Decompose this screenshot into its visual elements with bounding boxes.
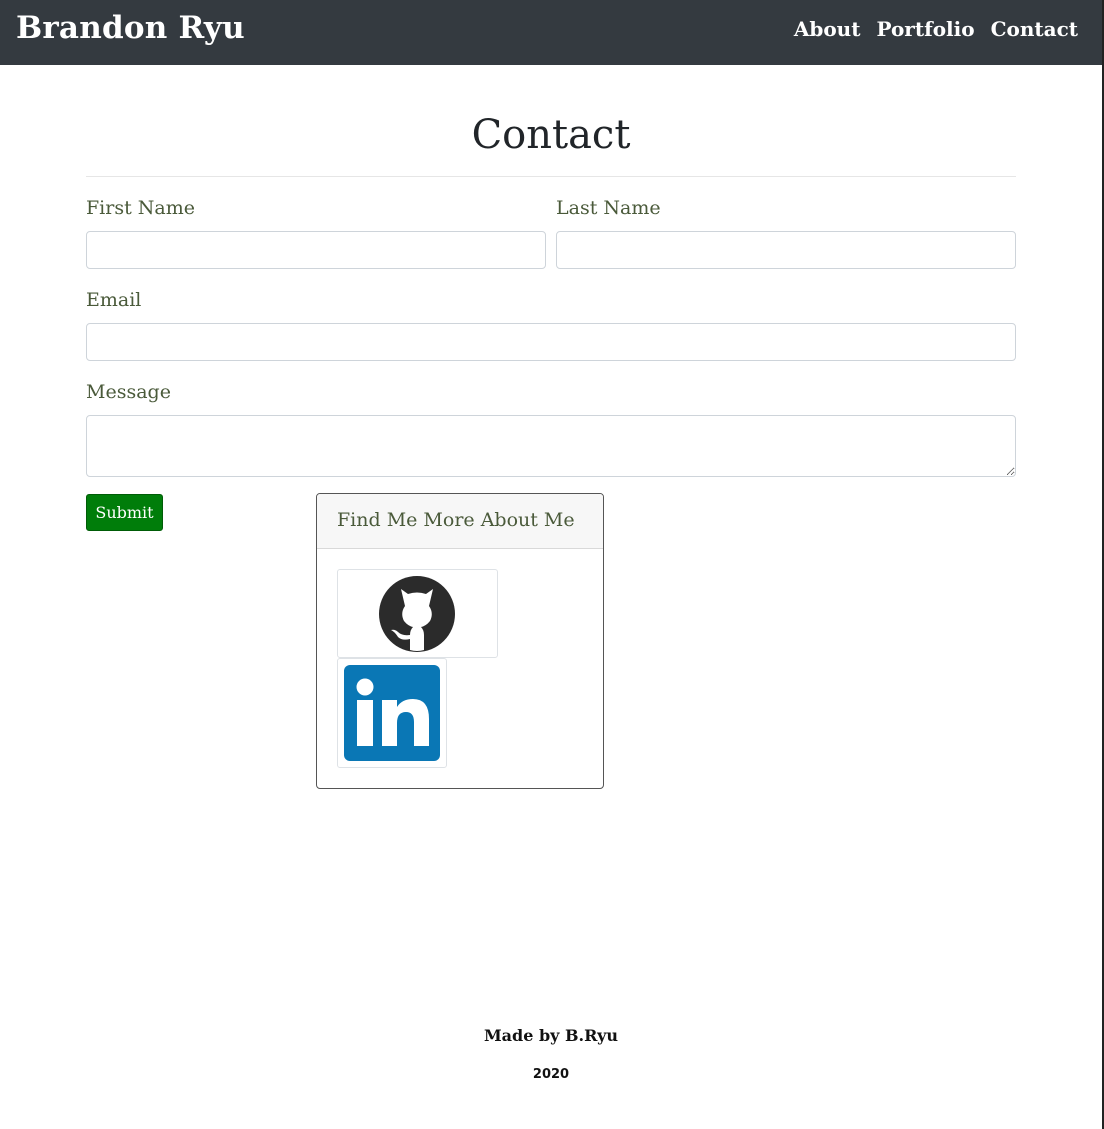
message-textarea[interactable]	[86, 415, 1016, 477]
nav-link-about[interactable]: About	[794, 17, 861, 41]
title-divider	[86, 176, 1016, 177]
submit-button[interactable]: Submit	[86, 494, 163, 531]
nav-links: About Portfolio Contact	[794, 17, 1078, 41]
social-card: Find Me More About Me	[316, 493, 604, 789]
github-link[interactable]	[337, 569, 498, 658]
github-icon	[379, 576, 455, 652]
last-name-label: Last Name	[556, 197, 661, 219]
nav-link-contact[interactable]: Contact	[991, 17, 1078, 41]
navbar: Brandon Ryu About Portfolio Contact	[0, 0, 1102, 65]
footer-year: 2020	[532, 1067, 570, 1082]
first-name-label: First Name	[86, 197, 195, 219]
linkedin-icon	[344, 665, 440, 761]
last-name-input[interactable]	[556, 231, 1016, 269]
first-name-input[interactable]	[86, 231, 546, 269]
page-title: Contact	[471, 112, 631, 158]
nav-link-portfolio[interactable]: Portfolio	[876, 17, 974, 41]
email-label: Email	[86, 289, 142, 311]
footer-credit: Made by B.Ryu	[483, 1026, 619, 1045]
social-card-title: Find Me More About Me	[317, 494, 603, 549]
email-input[interactable]	[86, 323, 1016, 361]
brand-link[interactable]: Brandon Ryu	[16, 10, 245, 46]
linkedin-link[interactable]	[337, 658, 447, 768]
message-label: Message	[86, 381, 171, 403]
